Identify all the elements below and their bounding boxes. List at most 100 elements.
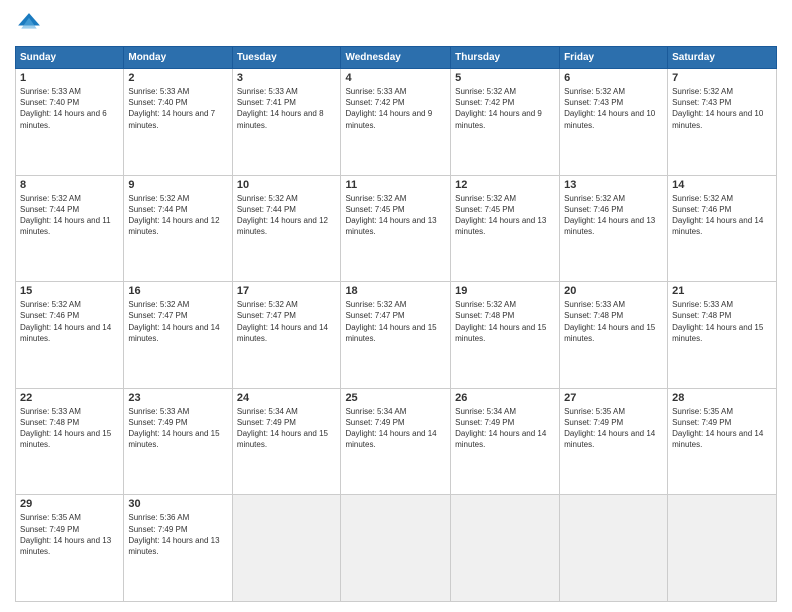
week-row-0: 1 Sunrise: 5:33 AMSunset: 7:40 PMDaylight… — [16, 69, 777, 176]
day-number: 30 — [128, 498, 227, 510]
day-number: 9 — [128, 179, 227, 191]
day-info: Sunrise: 5:34 AMSunset: 7:49 PMDaylight:… — [455, 406, 555, 451]
day-cell: 5 Sunrise: 5:32 AMSunset: 7:42 PMDaylight… — [451, 69, 560, 176]
day-info: Sunrise: 5:32 AMSunset: 7:44 PMDaylight:… — [20, 193, 119, 238]
day-info: Sunrise: 5:32 AMSunset: 7:48 PMDaylight:… — [455, 299, 555, 344]
day-cell: 9Sunrise: 5:32 AMSunset: 7:44 PMDaylight… — [124, 175, 232, 282]
day-number: 5 — [455, 72, 555, 84]
day-info: Sunrise: 5:35 AMSunset: 7:49 PMDaylight:… — [672, 406, 772, 451]
col-header-tuesday: Tuesday — [232, 47, 341, 69]
day-cell: 24Sunrise: 5:34 AMSunset: 7:49 PMDayligh… — [232, 388, 341, 495]
day-info: Sunrise: 5:34 AMSunset: 7:49 PMDaylight:… — [345, 406, 446, 451]
calendar-table: SundayMondayTuesdayWednesdayThursdayFrid… — [15, 46, 777, 602]
day-cell: 6 Sunrise: 5:32 AMSunset: 7:43 PMDaylight… — [560, 69, 668, 176]
day-cell: 19 Sunrise: 5:32 AMSunset: 7:48 PMDayligh… — [451, 282, 560, 389]
day-number: 12 — [455, 179, 555, 191]
day-cell: 8 Sunrise: 5:32 AMSunset: 7:44 PMDaylight… — [16, 175, 124, 282]
day-number: 7 — [672, 72, 772, 84]
day-number: 4 — [345, 72, 446, 84]
day-info: Sunrise: 5:33 AMSunset: 7:42 PMDaylight:… — [345, 86, 446, 131]
day-cell: 30 Sunrise: 5:36 AMSunset: 7:49 PMDayligh… — [124, 495, 232, 602]
logo-icon — [15, 10, 43, 38]
day-cell — [668, 495, 777, 602]
day-number: 27 — [564, 392, 663, 404]
day-number: 29 — [20, 498, 119, 510]
day-info: Sunrise: 5:32 AMSunset: 7:43 PMDaylight:… — [564, 86, 663, 131]
day-cell: 22 Sunrise: 5:33 AMSunset: 7:48 PMDayligh… — [16, 388, 124, 495]
day-info: Sunrise: 5:33 AMSunset: 7:48 PMDaylight:… — [672, 299, 772, 344]
day-info: Sunrise: 5:32 AMSunset: 7:46 PMDaylight:… — [20, 299, 119, 344]
day-number: 13 — [564, 179, 663, 191]
week-row-2: 15 Sunrise: 5:32 AMSunset: 7:46 PMDayligh… — [16, 282, 777, 389]
day-info: Sunrise: 5:34 AMSunset: 7:49 PMDaylight:… — [237, 406, 337, 451]
day-info: Sunrise: 5:33 AMSunset: 7:41 PMDaylight:… — [237, 86, 337, 131]
day-info: Sunrise: 5:32 AMSunset: 7:45 PMDaylight:… — [345, 193, 446, 238]
day-info: Sunrise: 5:32 AMSunset: 7:45 PMDaylight:… — [455, 193, 555, 238]
day-cell: 7 Sunrise: 5:32 AMSunset: 7:43 PMDaylight… — [668, 69, 777, 176]
week-row-4: 29 Sunrise: 5:35 AMSunset: 7:49 PMDayligh… — [16, 495, 777, 602]
day-number: 6 — [564, 72, 663, 84]
day-info: Sunrise: 5:33 AMSunset: 7:49 PMDaylight:… — [128, 406, 227, 451]
day-cell: 23 Sunrise: 5:33 AMSunset: 7:49 PMDayligh… — [124, 388, 232, 495]
day-cell: 26Sunrise: 5:34 AMSunset: 7:49 PMDayligh… — [451, 388, 560, 495]
day-number: 10 — [237, 179, 337, 191]
day-info: Sunrise: 5:32 AMSunset: 7:42 PMDaylight:… — [455, 86, 555, 131]
day-cell: 4 Sunrise: 5:33 AMSunset: 7:42 PMDaylight… — [341, 69, 451, 176]
col-header-saturday: Saturday — [668, 47, 777, 69]
day-number: 1 — [20, 72, 119, 84]
day-cell: 25 Sunrise: 5:34 AMSunset: 7:49 PMDayligh… — [341, 388, 451, 495]
day-cell: 17 Sunrise: 5:32 AMSunset: 7:47 PMDayligh… — [232, 282, 341, 389]
day-cell: 16Sunrise: 5:32 AMSunset: 7:47 PMDayligh… — [124, 282, 232, 389]
page: SundayMondayTuesdayWednesdayThursdayFrid… — [0, 0, 792, 612]
day-info: Sunrise: 5:32 AMSunset: 7:47 PMDaylight:… — [237, 299, 337, 344]
day-cell: 15 Sunrise: 5:32 AMSunset: 7:46 PMDayligh… — [16, 282, 124, 389]
day-info: Sunrise: 5:32 AMSunset: 7:43 PMDaylight:… — [672, 86, 772, 131]
day-cell: 13 Sunrise: 5:32 AMSunset: 7:46 PMDayligh… — [560, 175, 668, 282]
day-info: Sunrise: 5:33 AMSunset: 7:40 PMDaylight:… — [20, 86, 119, 131]
day-cell: 2Sunrise: 5:33 AMSunset: 7:40 PMDaylight… — [124, 69, 232, 176]
day-cell: 1 Sunrise: 5:33 AMSunset: 7:40 PMDaylight… — [16, 69, 124, 176]
day-cell: 10 Sunrise: 5:32 AMSunset: 7:44 PMDayligh… — [232, 175, 341, 282]
day-number: 11 — [345, 179, 446, 191]
week-row-1: 8 Sunrise: 5:32 AMSunset: 7:44 PMDaylight… — [16, 175, 777, 282]
col-header-thursday: Thursday — [451, 47, 560, 69]
day-cell: 14 Sunrise: 5:32 AMSunset: 7:46 PMDayligh… — [668, 175, 777, 282]
col-header-friday: Friday — [560, 47, 668, 69]
day-cell: 29 Sunrise: 5:35 AMSunset: 7:49 PMDayligh… — [16, 495, 124, 602]
day-cell — [341, 495, 451, 602]
day-number: 8 — [20, 179, 119, 191]
week-row-3: 22 Sunrise: 5:33 AMSunset: 7:48 PMDayligh… — [16, 388, 777, 495]
day-cell: 20 Sunrise: 5:33 AMSunset: 7:48 PMDayligh… — [560, 282, 668, 389]
day-info: Sunrise: 5:32 AMSunset: 7:47 PMDaylight:… — [128, 299, 227, 344]
day-number: 17 — [237, 285, 337, 297]
day-cell: 28 Sunrise: 5:35 AMSunset: 7:49 PMDayligh… — [668, 388, 777, 495]
header — [15, 10, 777, 38]
day-number: 19 — [455, 285, 555, 297]
day-number: 20 — [564, 285, 663, 297]
day-cell: 3 Sunrise: 5:33 AMSunset: 7:41 PMDaylight… — [232, 69, 341, 176]
day-number: 3 — [237, 72, 337, 84]
day-info: Sunrise: 5:32 AMSunset: 7:44 PMDaylight:… — [237, 193, 337, 238]
day-number: 25 — [345, 392, 446, 404]
day-number: 23 — [128, 392, 227, 404]
day-info: Sunrise: 5:32 AMSunset: 7:46 PMDaylight:… — [564, 193, 663, 238]
day-info: Sunrise: 5:33 AMSunset: 7:48 PMDaylight:… — [564, 299, 663, 344]
day-number: 15 — [20, 285, 119, 297]
logo — [15, 10, 47, 38]
day-info: Sunrise: 5:35 AMSunset: 7:49 PMDaylight:… — [20, 512, 119, 557]
day-info: Sunrise: 5:36 AMSunset: 7:49 PMDaylight:… — [128, 512, 227, 557]
day-info: Sunrise: 5:32 AMSunset: 7:46 PMDaylight:… — [672, 193, 772, 238]
col-header-wednesday: Wednesday — [341, 47, 451, 69]
col-header-sunday: Sunday — [16, 47, 124, 69]
day-cell: 11 Sunrise: 5:32 AMSunset: 7:45 PMDayligh… — [341, 175, 451, 282]
day-cell: 12 Sunrise: 5:32 AMSunset: 7:45 PMDayligh… — [451, 175, 560, 282]
day-cell — [232, 495, 341, 602]
day-number: 14 — [672, 179, 772, 191]
day-info: Sunrise: 5:32 AMSunset: 7:47 PMDaylight:… — [345, 299, 446, 344]
day-number: 22 — [20, 392, 119, 404]
day-info: Sunrise: 5:33 AMSunset: 7:48 PMDaylight:… — [20, 406, 119, 451]
day-cell: 18Sunrise: 5:32 AMSunset: 7:47 PMDayligh… — [341, 282, 451, 389]
col-header-monday: Monday — [124, 47, 232, 69]
day-cell: 21Sunrise: 5:33 AMSunset: 7:48 PMDayligh… — [668, 282, 777, 389]
day-number: 28 — [672, 392, 772, 404]
